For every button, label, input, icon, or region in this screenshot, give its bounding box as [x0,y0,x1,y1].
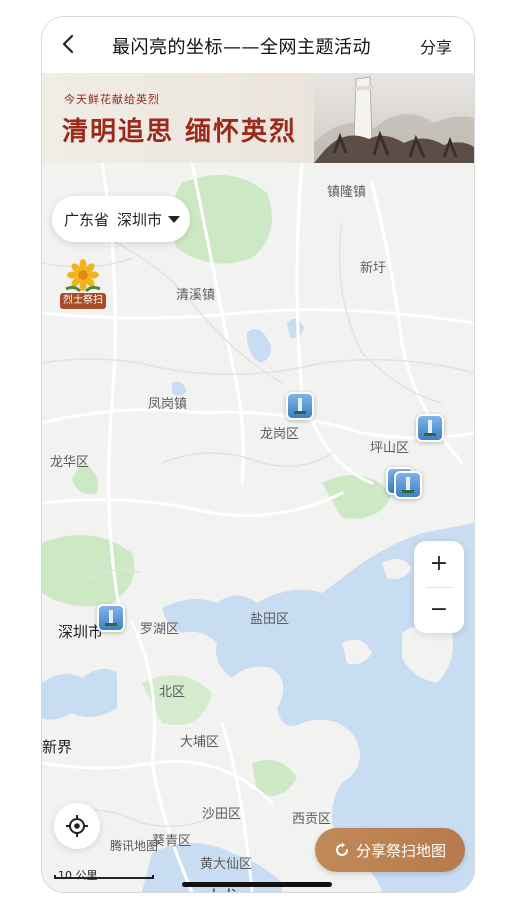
scale-label: 10 公里 [58,869,98,882]
share-memorial-map-button[interactable]: 分享祭扫地图 [315,828,465,872]
map-label: 大埔区 [180,735,220,750]
locate-me-button[interactable] [54,803,100,849]
map-label: 凤岗镇 [148,397,188,412]
map-label: 西贡区 [292,812,332,827]
memorial-monument-icon [105,610,117,626]
refresh-arrow-icon [336,842,348,856]
map-label: 镇隆镇 [327,185,367,200]
chevron-left-icon [62,34,74,54]
map-label: 清溪镇 [176,288,216,303]
memorial-pin[interactable] [97,604,125,632]
memorial-pin[interactable] [416,414,444,442]
map-label: 坪山区 [370,441,410,456]
city-label: 深圳市 [117,210,163,229]
map-label: 黄大仙区 [200,857,253,872]
banner-title: 清明追思 缅怀英烈 [62,117,298,147]
zoom-control: + − [414,541,464,633]
phone-frame: 最闪亮的坐标——全网主题活动 分享 今天鲜花献给英烈 清明追思 缅怀英烈 镇隆镇… [42,17,474,892]
martyr-memorial-badge[interactable]: 烈士祭扫 [60,259,106,311]
map-base [42,163,474,892]
city-selector[interactable]: 广东省 深圳市 [52,196,191,242]
map-view[interactable]: 镇隆镇 新圩 清溪镇 凤岗镇 龙岗区 坪山区 龙华区 深圳市 罗湖区 盐田区 北… [42,163,474,892]
memorial-pin[interactable] [286,392,314,420]
map-label: 新界 [42,738,73,756]
martyr-badge-label: 烈士祭扫 [60,293,106,309]
zoom-out-button[interactable]: − [414,587,464,633]
memorial-pin[interactable] [394,471,422,499]
header-bar: 最闪亮的坐标——全网主题活动 分享 [42,17,474,73]
memorial-monument-icon [294,398,306,414]
map-label: 沙田区 [202,807,242,822]
map-label: 龙华区 [50,455,90,470]
page-title: 最闪亮的坐标——全网主题活动 [112,37,371,58]
map-label: 罗湖区 [140,622,180,637]
share-button[interactable]: 分享 [420,34,452,58]
caret-down-icon [168,215,181,223]
province-label: 广东省 [64,210,110,229]
map-label: 北区 [159,685,186,700]
map-provider-logo: 腾讯地图 [110,839,159,853]
memorial-monument-icon [402,477,414,493]
home-indicator [182,882,332,887]
crosshair-icon [66,815,88,837]
monument-illustration [314,73,474,163]
map-label: 盐田区 [250,612,290,627]
zoom-in-button[interactable]: + [414,541,464,587]
campaign-banner[interactable]: 今天鲜花献给英烈 清明追思 缅怀英烈 [42,73,474,163]
chrysanthemum-icon [65,259,101,293]
map-label: 龙岗区 [260,427,300,442]
share-map-label: 分享祭扫地图 [355,841,446,860]
memorial-monument-icon [424,420,436,436]
banner-subtitle: 今天鲜花献给英烈 [64,93,160,106]
back-button[interactable] [56,31,82,57]
map-label: 新圩 [360,261,387,276]
